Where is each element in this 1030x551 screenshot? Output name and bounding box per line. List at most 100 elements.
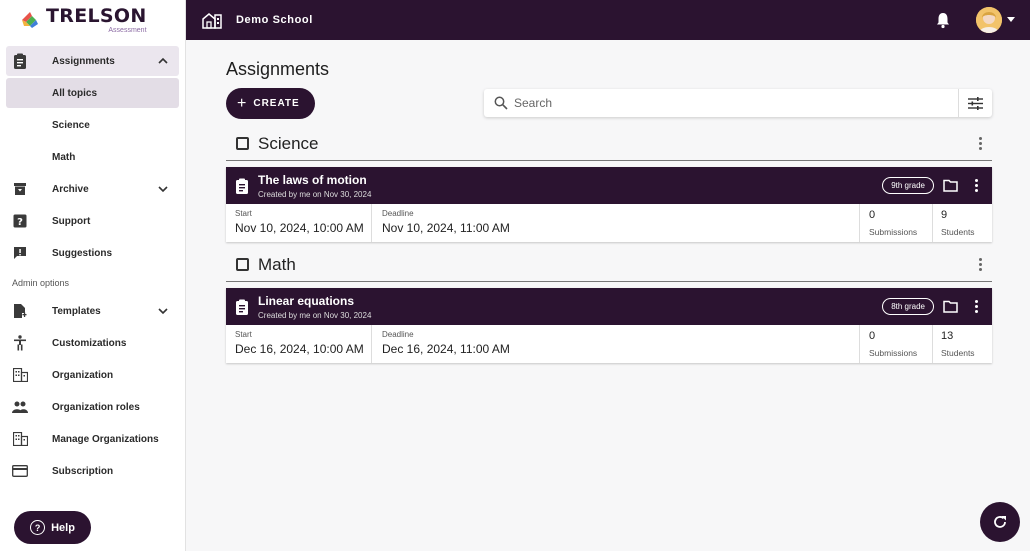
sidebar-item-customizations[interactable]: Customizations xyxy=(6,328,179,358)
page-title: Assignments xyxy=(226,59,330,79)
group-name: Math xyxy=(258,254,296,274)
sidebar-item-label: Templates xyxy=(52,305,101,317)
students-cell[interactable]: 13 Students xyxy=(933,325,992,363)
clipboard-icon xyxy=(236,178,248,194)
sidebar-item-label: Support xyxy=(52,215,91,227)
top-bar: Demo School xyxy=(186,0,1030,40)
chevron-down-icon[interactable] xyxy=(157,305,169,317)
more-vert-icon[interactable] xyxy=(978,137,982,150)
sidebar-item-label: Assignments xyxy=(52,55,115,67)
sidebar-item-support[interactable]: ? Support xyxy=(6,206,179,236)
main-content: Assignments + CREATE Search Science The … xyxy=(226,40,992,363)
sidebar-item-label: Organization roles xyxy=(52,401,140,413)
assignment-card-header[interactable]: Linear equations Created by me on Nov 30… xyxy=(226,288,992,325)
group-checkbox[interactable] xyxy=(236,137,249,150)
sidebar-item-all-topics[interactable]: All topics xyxy=(6,78,179,108)
submissions-label: Submissions xyxy=(869,227,918,237)
sidebar-item-label: Archive xyxy=(52,183,89,195)
plus-icon: + xyxy=(237,94,248,112)
group-header-science: Science xyxy=(226,127,992,161)
tune-icon xyxy=(968,96,983,110)
logo-subtitle: Assessment xyxy=(108,26,147,34)
sidebar-item-label: Suggestions xyxy=(52,247,113,259)
question-circle-icon: ? xyxy=(30,520,46,535)
search-icon xyxy=(494,96,508,110)
group-checkbox[interactable] xyxy=(236,258,249,271)
people-icon xyxy=(12,399,28,415)
sidebar-item-organization-roles[interactable]: Organization roles xyxy=(6,392,179,422)
create-button[interactable]: + CREATE xyxy=(226,88,315,119)
students-label: Students xyxy=(941,348,975,358)
grade-badge: 9th grade xyxy=(882,177,934,194)
credit-card-icon xyxy=(12,463,28,479)
sidebar-item-subscription[interactable]: Subscription xyxy=(6,456,179,486)
group-name: Science xyxy=(258,133,319,153)
submissions-cell[interactable]: 0 Submissions xyxy=(860,204,933,242)
help-label: Help xyxy=(51,521,75,534)
sidebar-item-suggestions[interactable]: Suggestions xyxy=(6,238,179,268)
folder-icon[interactable] xyxy=(943,179,958,192)
sidebar-item-templates[interactable]: Templates xyxy=(6,296,179,326)
school-icon[interactable] xyxy=(202,11,222,29)
more-vert-icon[interactable] xyxy=(974,300,978,313)
assignment-card-body: Start Dec 16, 2024, 10:00 AM Deadline De… xyxy=(226,325,992,363)
sidebar-item-math[interactable]: Math xyxy=(6,142,179,172)
archive-icon xyxy=(12,181,28,197)
students-label: Students xyxy=(941,227,975,237)
avatar[interactable] xyxy=(976,7,1002,33)
svg-text:?: ? xyxy=(17,217,23,228)
caret-down-icon[interactable] xyxy=(1007,17,1015,22)
assignment-title[interactable]: Linear equations xyxy=(258,294,371,308)
user-avatar-icon xyxy=(976,7,1002,33)
assignment-created: Created by me on Nov 30, 2024 xyxy=(258,310,372,320)
sidebar-item-label: Organization xyxy=(52,369,114,381)
chevron-down-icon[interactable] xyxy=(157,183,169,195)
bell-icon[interactable] xyxy=(934,11,952,29)
sidebar-item-science[interactable]: Science xyxy=(6,110,179,140)
deadline-label: Deadline xyxy=(382,209,414,218)
sidebar-nav: Assignments All topics Science Math Arch… xyxy=(0,40,185,486)
submissions-cell[interactable]: 0 Submissions xyxy=(860,325,933,363)
sidebar-item-manage-organizations[interactable]: Manage Organizations xyxy=(6,424,179,454)
assignment-card[interactable]: Linear equations Created by me on Nov 30… xyxy=(226,288,992,363)
feedback-icon xyxy=(12,245,28,261)
folder-icon[interactable] xyxy=(943,300,958,313)
building-icon xyxy=(12,431,28,447)
school-name[interactable]: Demo School xyxy=(236,14,313,26)
refresh-button[interactable] xyxy=(980,502,1020,542)
search-field[interactable]: Search xyxy=(484,89,992,117)
assignment-card-header[interactable]: The laws of motion Created by me on Nov … xyxy=(226,167,992,204)
assignment-title[interactable]: The laws of motion xyxy=(258,173,371,187)
group-header-math: Math xyxy=(226,248,992,282)
sidebar-item-archive[interactable]: Archive xyxy=(6,174,179,204)
building-icon xyxy=(12,367,28,383)
sidebar-item-label: All topics xyxy=(52,87,98,99)
start-cell: Start Nov 10, 2024, 10:00 AM xyxy=(226,204,372,242)
filter-button[interactable] xyxy=(958,89,992,117)
sidebar-item-assignments[interactable]: Assignments xyxy=(6,46,179,76)
assignment-card[interactable]: The laws of motion Created by me on Nov … xyxy=(226,167,992,242)
start-value: Dec 16, 2024, 10:00 AM xyxy=(235,342,364,356)
clipboard-icon xyxy=(236,299,248,315)
logo-title: TRELSON xyxy=(46,4,147,27)
trelson-logo-icon xyxy=(20,10,40,30)
assignment-created: Created by me on Nov 30, 2024 xyxy=(258,189,372,199)
students-count: 13 xyxy=(941,330,954,342)
chevron-up-icon[interactable] xyxy=(157,55,169,67)
refresh-icon xyxy=(994,516,1006,528)
sidebar-item-organization[interactable]: Organization xyxy=(6,360,179,390)
grade-badge: 8th grade xyxy=(882,298,934,315)
students-cell[interactable]: 9 Students xyxy=(933,204,992,242)
deadline-label: Deadline xyxy=(382,330,414,339)
more-vert-icon[interactable] xyxy=(974,179,978,192)
logo[interactable]: TRELSON Assessment xyxy=(0,0,185,40)
students-count: 9 xyxy=(941,209,948,221)
sidebar-item-label: Manage Organizations xyxy=(52,433,159,445)
file-add-icon xyxy=(12,303,28,319)
help-button[interactable]: ? Help xyxy=(14,511,91,544)
submissions-count: 0 xyxy=(869,330,876,342)
deadline-cell: Deadline Dec 16, 2024, 11:00 AM xyxy=(372,325,860,363)
more-vert-icon[interactable] xyxy=(978,258,982,271)
admin-options-label: Admin options xyxy=(12,278,70,288)
search-input[interactable]: Search xyxy=(514,96,552,110)
